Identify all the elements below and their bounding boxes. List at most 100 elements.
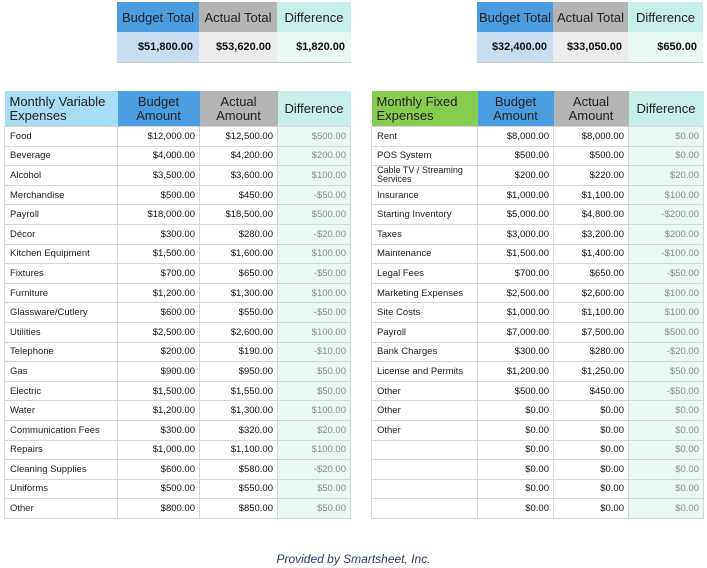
actual-cell[interactable]: $8,000.00 [553, 126, 629, 147]
category-cell[interactable]: License and Permits [371, 361, 478, 382]
category-cell[interactable]: Legal Fees [371, 263, 478, 284]
actual-cell[interactable]: $0.00 [553, 478, 629, 500]
category-cell[interactable]: Cleaning Supplies [4, 459, 118, 480]
actual-cell[interactable]: $0.00 [553, 498, 629, 519]
category-cell[interactable]: Water [4, 400, 118, 421]
actual-cell[interactable]: $580.00 [199, 459, 278, 480]
budget-cell[interactable]: $2,500.00 [117, 321, 200, 343]
category-cell[interactable]: Gas [4, 361, 118, 382]
budget-cell[interactable]: $200.00 [117, 341, 200, 363]
actual-cell[interactable]: $1,300.00 [199, 400, 278, 421]
difference-cell[interactable]: -$50.00 [277, 263, 351, 284]
budget-cell[interactable]: $5,000.00 [477, 204, 554, 225]
fixed-actual-total-value[interactable]: $33,050.00 [553, 32, 628, 62]
actual-cell[interactable]: $4,800.00 [553, 204, 629, 225]
difference-cell[interactable]: -$20.00 [277, 459, 351, 480]
difference-cell[interactable]: -$50.00 [277, 184, 351, 206]
category-cell[interactable]: Communication Fees [4, 419, 118, 441]
actual-cell[interactable]: $1,400.00 [553, 243, 629, 265]
difference-cell[interactable]: -$200.00 [628, 204, 704, 225]
actual-cell[interactable]: $280.00 [199, 223, 278, 245]
category-cell[interactable]: Electric [4, 380, 118, 402]
difference-cell[interactable]: -$20.00 [277, 223, 351, 245]
variable-budget-total-value[interactable]: $51,800.00 [117, 32, 199, 62]
difference-cell[interactable]: $100.00 [277, 243, 351, 265]
variable-actual-total-value[interactable]: $53,620.00 [199, 32, 277, 62]
difference-cell[interactable]: $0.00 [628, 498, 704, 519]
category-cell[interactable]: Food [4, 126, 118, 147]
actual-cell[interactable]: $7,500.00 [553, 321, 629, 343]
budget-cell[interactable]: $18,000.00 [117, 204, 200, 225]
actual-cell[interactable]: $0.00 [553, 419, 629, 441]
budget-cell[interactable]: $600.00 [117, 459, 200, 480]
budget-cell[interactable]: $1,200.00 [117, 400, 200, 421]
budget-cell[interactable]: $500.00 [117, 184, 200, 206]
difference-cell[interactable]: $0.00 [628, 400, 704, 421]
budget-cell[interactable]: $1,200.00 [117, 282, 200, 304]
category-cell[interactable]: Telephone [4, 341, 118, 363]
actual-cell[interactable]: $550.00 [199, 302, 278, 323]
budget-cell[interactable]: $3,500.00 [117, 165, 200, 186]
difference-cell[interactable]: $0.00 [628, 126, 704, 147]
difference-cell[interactable]: $100.00 [277, 282, 351, 304]
actual-cell[interactable]: $220.00 [553, 165, 629, 186]
actual-cell[interactable]: $280.00 [553, 341, 629, 363]
budget-cell[interactable]: $200.00 [477, 165, 554, 186]
budget-cell[interactable]: $0.00 [477, 498, 554, 519]
category-cell[interactable]: Starting Inventory [371, 204, 478, 225]
budget-cell[interactable]: $7,000.00 [477, 321, 554, 343]
budget-cell[interactable]: $600.00 [117, 302, 200, 323]
difference-cell[interactable]: $200.00 [277, 145, 351, 167]
category-cell[interactable]: Insurance [371, 184, 478, 206]
category-cell[interactable]: Taxes [371, 223, 478, 245]
budget-cell[interactable]: $500.00 [477, 145, 554, 167]
budget-cell[interactable]: $1,000.00 [477, 302, 554, 323]
budget-cell[interactable]: $700.00 [477, 263, 554, 284]
actual-cell[interactable]: $1,550.00 [199, 380, 278, 402]
category-cell[interactable]: Merchandise [4, 184, 118, 206]
budget-cell[interactable]: $1,200.00 [477, 361, 554, 382]
actual-cell[interactable]: $1,250.00 [553, 361, 629, 382]
actual-cell[interactable]: $950.00 [199, 361, 278, 382]
budget-cell[interactable]: $500.00 [477, 380, 554, 402]
difference-cell[interactable]: $500.00 [628, 321, 704, 343]
budget-cell[interactable]: $500.00 [117, 478, 200, 500]
actual-cell[interactable]: $500.00 [553, 145, 629, 167]
difference-cell[interactable]: $20.00 [277, 419, 351, 441]
difference-cell[interactable]: $500.00 [277, 204, 351, 225]
actual-cell[interactable]: $2,600.00 [553, 282, 629, 304]
actual-cell[interactable]: $1,300.00 [199, 282, 278, 304]
actual-cell[interactable]: $1,100.00 [199, 439, 278, 461]
category-cell[interactable]: Other [4, 498, 118, 519]
budget-cell[interactable]: $12,000.00 [117, 126, 200, 147]
budget-cell[interactable]: $8,000.00 [477, 126, 554, 147]
category-cell[interactable]: Bank Charges [371, 341, 478, 363]
difference-cell[interactable]: $50.00 [277, 380, 351, 402]
difference-cell[interactable]: $50.00 [277, 498, 351, 519]
actual-cell[interactable]: $1,100.00 [553, 302, 629, 323]
category-cell[interactable] [371, 439, 478, 461]
budget-cell[interactable]: $800.00 [117, 498, 200, 519]
actual-cell[interactable]: $450.00 [199, 184, 278, 206]
actual-cell[interactable]: $1,100.00 [553, 184, 629, 206]
difference-cell[interactable]: $100.00 [628, 302, 704, 323]
difference-cell[interactable]: $100.00 [277, 165, 351, 186]
category-cell[interactable] [371, 498, 478, 519]
budget-cell[interactable]: $1,500.00 [117, 243, 200, 265]
budget-cell[interactable]: $300.00 [477, 341, 554, 363]
difference-cell[interactable]: $20.00 [628, 165, 704, 186]
difference-cell[interactable]: -$20.00 [628, 341, 704, 363]
actual-cell[interactable]: $0.00 [553, 400, 629, 421]
difference-cell[interactable]: -$50.00 [628, 380, 704, 402]
category-cell[interactable]: Décor [4, 223, 118, 245]
difference-cell[interactable]: -$50.00 [277, 302, 351, 323]
actual-cell[interactable]: $320.00 [199, 419, 278, 441]
actual-cell[interactable]: $450.00 [553, 380, 629, 402]
category-cell[interactable]: Marketing Expenses [371, 282, 478, 304]
difference-cell[interactable]: $0.00 [628, 145, 704, 167]
difference-cell[interactable]: $200.00 [628, 223, 704, 245]
difference-cell[interactable]: $100.00 [628, 184, 704, 206]
category-cell[interactable]: Fixtures [4, 263, 118, 284]
budget-cell[interactable]: $0.00 [477, 419, 554, 441]
actual-cell[interactable]: $3,600.00 [199, 165, 278, 186]
